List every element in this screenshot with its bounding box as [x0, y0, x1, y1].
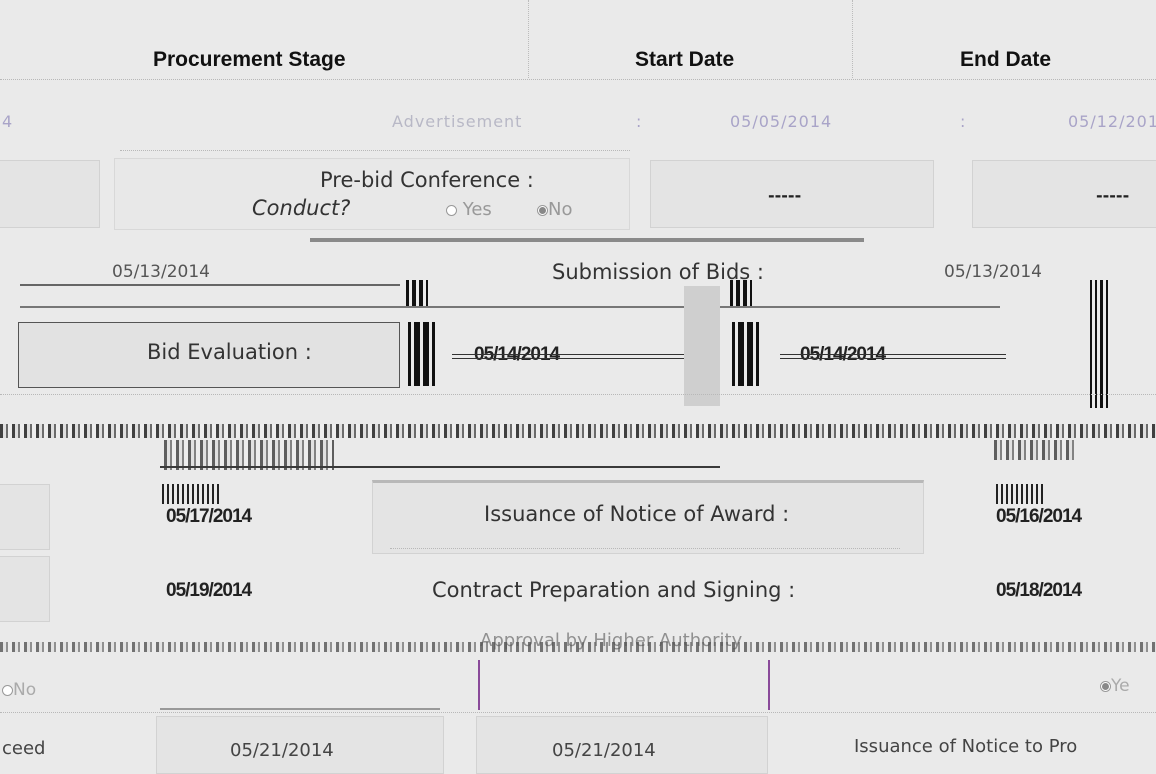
evaluation-end-underline — [780, 354, 1006, 359]
approval-yes-icon — [1100, 680, 1111, 692]
approval-field-2 — [478, 660, 770, 710]
prebid-underline — [310, 238, 864, 242]
header-procurement-stage: Procurement Stage — [153, 48, 346, 71]
radio-no-selected-icon — [537, 204, 548, 216]
submission-end-date: 05/13/2014 — [944, 262, 1042, 282]
approval-no-label: No — [13, 680, 37, 700]
proceed-left-fragment: ceed — [2, 738, 46, 759]
header-start-date: Start Date — [635, 48, 735, 71]
approval-field-1 — [160, 664, 440, 710]
prebid-conduct-label: Conduct? — [252, 196, 351, 220]
award-left-cell — [0, 484, 50, 550]
contract-end-date[interactable]: 05/18/2014 — [996, 580, 1082, 602]
right-edge-bars — [1090, 280, 1150, 408]
evaluation-divider — [0, 394, 1156, 395]
contract-left-cell — [0, 556, 50, 622]
submission-bars-1 — [406, 280, 466, 306]
render-glitch-band-3 — [994, 440, 1074, 460]
evaluation-gap-cell — [684, 286, 720, 406]
approval-radio-yes[interactable]: Ye — [1100, 676, 1130, 696]
approval-yes-label: Ye — [1111, 676, 1130, 696]
adv-sep-2: : — [960, 112, 967, 131]
submission-bars-2 — [730, 280, 790, 306]
contract-start-date[interactable]: 05/19/2014 — [166, 580, 252, 602]
prebid-left-cell — [0, 160, 100, 228]
evaluation-label: Bid Evaluation : — [147, 340, 312, 364]
award-end-date[interactable]: 05/16/2014 — [996, 506, 1082, 528]
award-divider — [390, 548, 900, 549]
award-start-date[interactable]: 05/17/2014 — [166, 506, 252, 528]
header-col-sep-1 — [528, 0, 530, 78]
render-glitch-band — [0, 424, 1156, 438]
submission-start-date: 05/13/2014 — [112, 262, 210, 282]
proceed-divider — [0, 712, 1156, 713]
adv-start-date: 05/05/2014 — [730, 112, 833, 131]
prebid-start-date: ----- — [768, 186, 802, 205]
submission-divider — [20, 306, 1000, 308]
header-end-date: End Date — [960, 48, 1052, 71]
award-start-bars — [162, 484, 222, 504]
proceed-end-date[interactable]: 05/21/2014 — [552, 740, 656, 761]
radio-yes-icon — [446, 204, 457, 216]
adv-sep-1: : — [636, 112, 643, 131]
approval-radio-no[interactable]: No — [2, 680, 36, 700]
prebid-label: Pre-bid Conference : — [320, 168, 534, 192]
prebid-radio-yes[interactable]: Yes — [446, 199, 492, 220]
submission-row-line — [20, 284, 400, 286]
award-label: Issuance of Notice of Award : — [484, 502, 790, 526]
contract-label: Contract Preparation and Signing : — [432, 578, 796, 602]
approval-no-icon — [2, 684, 13, 696]
adv-left-fragment: 4 — [2, 112, 14, 131]
adv-end-date: 05/12/201 — [1068, 112, 1156, 131]
render-glitch-line — [160, 466, 720, 468]
header-row-divider — [0, 78, 1156, 80]
prebid-yes-label: Yes — [462, 199, 492, 220]
proceed-start-date[interactable]: 05/21/2014 — [230, 740, 334, 761]
award-end-bars — [996, 484, 1046, 504]
adv-row-divider — [120, 150, 630, 151]
proceed-label: Issuance of Notice to Pro — [854, 736, 1078, 757]
adv-stage-label: Advertisement — [392, 112, 523, 131]
evaluation-start-underline — [452, 354, 712, 359]
header-col-sep-2 — [852, 0, 854, 78]
prebid-no-label: No — [548, 199, 573, 220]
prebid-end-date: ----- — [1096, 186, 1130, 205]
prebid-radio-no[interactable]: No — [537, 199, 572, 220]
approval-label: Approval by Higher Authority — [480, 630, 743, 651]
